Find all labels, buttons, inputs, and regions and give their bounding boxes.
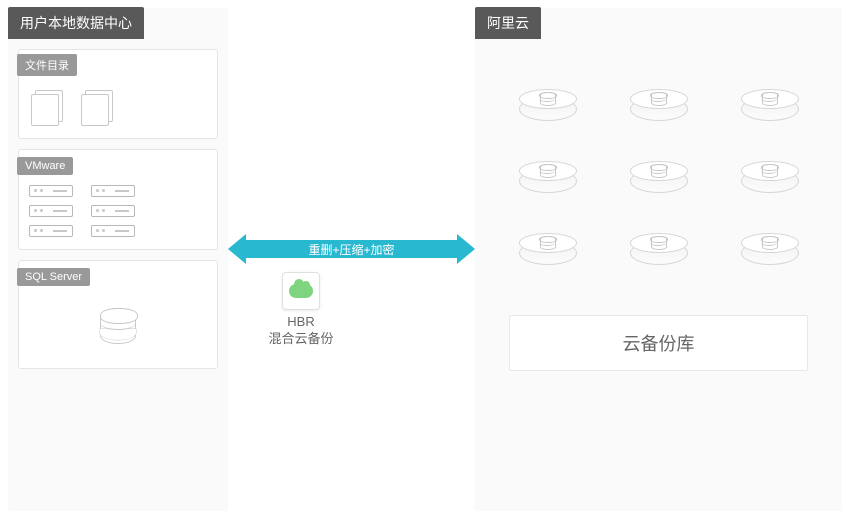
server-icon <box>91 225 135 237</box>
backup-disk-icon <box>630 89 688 121</box>
sqlserver-section: SQL Server <box>18 260 218 369</box>
server-icon <box>91 205 135 217</box>
cloud-vault-label: 云备份库 <box>509 315 808 371</box>
sync-arrow: 重删+压缩+加密 <box>228 234 475 264</box>
file-directory-icon <box>81 90 117 126</box>
local-datacenter-panel: 用户本地数据中心 文件目录 VMware SQL Server <box>8 8 228 511</box>
left-panel-title: 用户本地数据中心 <box>8 7 144 39</box>
backup-disk-icon <box>519 161 577 193</box>
server-icon <box>29 205 73 217</box>
backup-disk-icon <box>741 161 799 193</box>
hbr-cloud-icon <box>282 272 320 310</box>
server-icon <box>91 185 135 197</box>
vmware-section: VMware <box>18 149 218 250</box>
server-icon <box>29 185 73 197</box>
backup-disk-icon <box>630 161 688 193</box>
aliyun-panel: 阿里云 云备份库 <box>475 8 842 511</box>
files-section: 文件目录 <box>18 49 218 139</box>
server-icon <box>29 225 73 237</box>
vmware-section-label: VMware <box>17 157 73 175</box>
database-icon <box>94 302 142 350</box>
right-panel-title: 阿里云 <box>475 7 541 39</box>
backup-disk-grid <box>475 39 842 285</box>
arrow-left-icon <box>228 234 246 264</box>
hbr-subtitle: 混合云备份 <box>268 331 333 346</box>
backup-disk-icon <box>741 233 799 265</box>
files-section-label: 文件目录 <box>17 54 77 76</box>
hbr-name: HBR <box>287 314 314 329</box>
hbr-service: HBR 混合云备份 <box>265 272 337 348</box>
backup-disk-icon <box>519 233 577 265</box>
backup-disk-icon <box>519 89 577 121</box>
backup-disk-icon <box>630 233 688 265</box>
arrow-right-icon <box>457 234 475 264</box>
file-directory-icon <box>31 90 67 126</box>
backup-disk-icon <box>741 89 799 121</box>
arrow-label: 重删+压缩+加密 <box>246 240 457 258</box>
sqlserver-section-label: SQL Server <box>17 268 90 286</box>
